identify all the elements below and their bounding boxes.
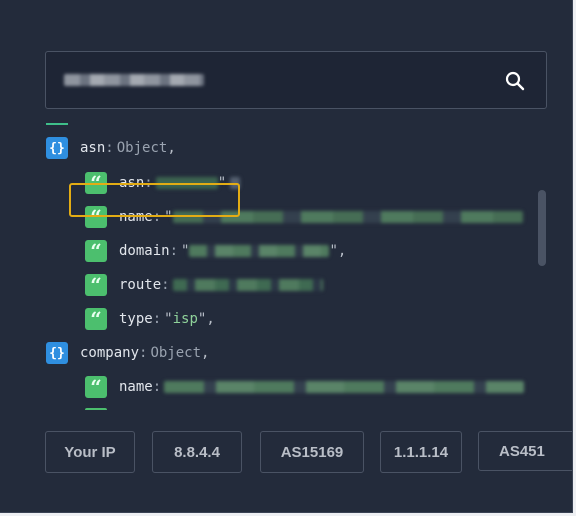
- tree-scroll-indicator: [46, 123, 68, 125]
- string-icon: [85, 408, 107, 410]
- quick-lookup-buttons: Your IP 8.8.4.4 AS15169 1.1.1.14 AS451: [45, 431, 572, 473]
- leaf-value: isp: [172, 311, 198, 327]
- tree-leaf-partial: [85, 408, 119, 410]
- lookup-as15169-button[interactable]: AS15169: [260, 431, 364, 473]
- leaf-key: route: [119, 277, 162, 293]
- node-key: company: [80, 345, 140, 361]
- tree-leaf-company-name[interactable]: “ name:: [85, 375, 525, 399]
- lookup-8.8.4.4-button[interactable]: 8.8.4.4: [152, 431, 242, 473]
- node-type: Object: [150, 345, 202, 361]
- string-icon: “: [85, 376, 107, 398]
- tree-scrollbar[interactable]: [538, 190, 546, 266]
- search-box[interactable]: [45, 51, 547, 109]
- leaf-key: name: [119, 379, 153, 395]
- tree-node-company[interactable]: {} company: Object,: [46, 341, 209, 365]
- tree-node-asn[interactable]: {} asn: Object,: [46, 136, 176, 160]
- object-icon: {}: [46, 137, 68, 159]
- lookup-1.1.1.14-button[interactable]: 1.1.1.14: [380, 431, 462, 473]
- leaf-key: domain: [119, 243, 170, 259]
- node-key: asn: [80, 140, 106, 156]
- highlight-box: [69, 183, 240, 217]
- leaf-key: type: [119, 311, 153, 327]
- your-ip-button[interactable]: Your IP: [45, 431, 135, 473]
- tree-leaf-domain[interactable]: “ domain: " ",: [85, 239, 346, 263]
- string-icon: “: [85, 274, 107, 296]
- redacted-value: [189, 245, 330, 257]
- object-icon: {}: [46, 342, 68, 364]
- node-type: Object: [116, 140, 168, 156]
- lookup-as-button[interactable]: AS451: [478, 431, 572, 471]
- ip-lookup-panel: {} asn: Object, “ asn: " “ name: " “ dom…: [0, 0, 573, 513]
- redacted-value: [172, 279, 323, 291]
- string-icon: “: [85, 240, 107, 262]
- string-icon: “: [85, 308, 107, 330]
- json-tree: {} asn: Object, “ asn: " “ name: " “ dom…: [0, 118, 536, 410]
- search-input[interactable]: [64, 74, 204, 86]
- tree-leaf-route[interactable]: “ route:: [85, 273, 323, 297]
- redacted-value: [164, 381, 525, 393]
- tree-leaf-type[interactable]: “ type: " isp ",: [85, 307, 215, 331]
- search-icon[interactable]: [504, 70, 526, 92]
